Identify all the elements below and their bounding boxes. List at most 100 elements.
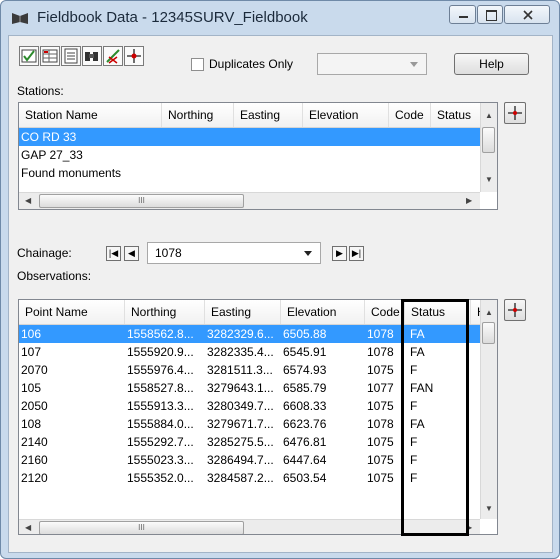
easting-cell: 3285275.5... xyxy=(207,435,274,449)
first-chainage-button[interactable]: |◀ xyxy=(106,246,121,261)
stations-header: Station Name Northing Easting Elevation … xyxy=(19,103,497,128)
window-title: Fieldbook Data - 12345SURV_Fieldbook xyxy=(37,9,308,26)
elevation-cell: 6623.76 xyxy=(283,417,327,431)
table-button[interactable] xyxy=(40,46,60,66)
scroll-down-icon[interactable]: ▼ xyxy=(485,504,493,513)
col-point-name[interactable]: Point Name xyxy=(19,300,125,324)
northing-cell: 1555352.0... xyxy=(127,471,194,485)
list-button[interactable] xyxy=(61,46,81,66)
stations-label: Stations: xyxy=(17,84,64,98)
col-northing[interactable]: Northing xyxy=(125,300,205,324)
check-table-icon xyxy=(21,49,37,63)
maximize-button[interactable] xyxy=(477,5,503,24)
elevation-cell: 6545.91 xyxy=(283,345,327,359)
observations-label: Observations: xyxy=(17,269,92,283)
elevation-cell: 6574.93 xyxy=(283,363,327,377)
station-name-cell: Found monuments xyxy=(21,166,122,180)
northing-cell: 1558562.8... xyxy=(127,327,194,341)
add-station-button[interactable] xyxy=(504,102,526,124)
easting-cell: 3282329.6... xyxy=(207,327,274,341)
point-name-cell: 2070 xyxy=(21,363,48,377)
chainage-combo[interactable]: 1078 xyxy=(147,242,321,264)
back-icon: ◀ xyxy=(128,248,135,258)
fieldbook-app-icon xyxy=(12,13,28,24)
point-name-cell: 106 xyxy=(21,327,42,341)
help-button[interactable]: Help xyxy=(454,53,529,75)
col-code[interactable]: Code xyxy=(389,103,431,127)
station-row[interactable]: CO RD 33 xyxy=(19,128,497,146)
point-name-cell: 108 xyxy=(21,417,42,431)
scroll-thumb[interactable] xyxy=(482,322,495,344)
col-station-name[interactable]: Station Name xyxy=(19,103,162,127)
close-button[interactable] xyxy=(504,5,550,24)
table-icon xyxy=(42,49,58,63)
forward-icon: ▶ xyxy=(336,248,343,258)
col-code[interactable]: Code xyxy=(365,300,405,324)
scroll-up-icon[interactable]: ▲ xyxy=(485,111,493,120)
col-easting[interactable]: Easting xyxy=(234,103,303,127)
elevation-cell: 6447.64 xyxy=(283,453,327,467)
last-chainage-button[interactable]: ▶| xyxy=(349,246,364,261)
col-northing[interactable]: Northing xyxy=(162,103,234,127)
skip-back-icon: |◀ xyxy=(108,248,119,258)
stations-horizontal-scrollbar[interactable]: ◀ III ▶ xyxy=(19,192,480,209)
edit-icon xyxy=(106,49,120,64)
list-icon xyxy=(64,48,78,64)
northing-cell: 1555884.0... xyxy=(127,417,194,431)
skip-forward-icon: ▶| xyxy=(351,248,362,258)
find-button[interactable] xyxy=(82,46,102,66)
point-name-cell: 2050 xyxy=(21,399,48,413)
observations-vertical-scrollbar[interactable]: ▲ ▼ xyxy=(480,300,497,519)
scroll-left-icon[interactable]: ◀ xyxy=(25,523,31,532)
northing-cell: 1555920.9... xyxy=(127,345,194,359)
fieldbook-window: Fieldbook Data - 12345SURV_Fieldbook Dup… xyxy=(0,0,560,559)
station-name-cell: GAP 27_33 xyxy=(21,148,83,162)
previous-chainage-button[interactable]: ◀ xyxy=(124,246,139,261)
elevation-cell: 6476.81 xyxy=(283,435,327,449)
check-table-button[interactable] xyxy=(19,46,39,66)
duplicates-only-label: Duplicates Only xyxy=(209,57,294,71)
col-easting[interactable]: Easting xyxy=(205,300,281,324)
point-name-cell: 2140 xyxy=(21,435,48,449)
easting-cell: 3282335.4... xyxy=(207,345,274,359)
chainage-label: Chainage: xyxy=(17,246,72,260)
point-icon xyxy=(127,49,141,63)
northing-cell: 1555913.3... xyxy=(127,399,194,413)
scroll-thumb[interactable] xyxy=(482,127,495,153)
scroll-right-icon[interactable]: ▶ xyxy=(466,196,472,205)
col-status[interactable]: Status xyxy=(431,103,483,127)
point-button[interactable] xyxy=(124,46,144,66)
northing-cell: 1558527.8... xyxy=(127,381,194,395)
station-row[interactable]: Found monuments xyxy=(19,164,497,182)
scroll-thumb[interactable]: III xyxy=(39,194,244,208)
stations-vertical-scrollbar[interactable]: ▲ ▼ xyxy=(480,103,497,192)
minimize-icon xyxy=(459,16,468,18)
col-elevation[interactable]: Elevation xyxy=(281,300,365,324)
easting-cell: 3280349.7... xyxy=(207,399,274,413)
scroll-left-icon[interactable]: ◀ xyxy=(25,196,31,205)
northing-cell: 1555023.3... xyxy=(127,453,194,467)
maximize-icon xyxy=(486,10,497,21)
col-elevation[interactable]: Elevation xyxy=(303,103,389,127)
elevation-cell: 6608.33 xyxy=(283,399,327,413)
easting-cell: 3281511.3... xyxy=(207,363,273,377)
scroll-thumb[interactable]: III xyxy=(39,521,244,534)
easting-cell: 3286494.7... xyxy=(207,453,274,467)
duplicates-combo[interactable] xyxy=(317,53,427,75)
status-column-highlight xyxy=(401,299,469,536)
title-bar[interactable]: Fieldbook Data - 12345SURV_Fieldbook xyxy=(1,1,559,35)
minimize-button[interactable] xyxy=(449,5,476,24)
scroll-down-icon[interactable]: ▼ xyxy=(485,175,493,184)
edit-button[interactable] xyxy=(103,46,123,66)
station-name-cell: CO RD 33 xyxy=(21,130,77,144)
chevron-down-icon xyxy=(410,62,418,67)
easting-cell: 3284587.2... xyxy=(207,471,274,485)
add-observation-button[interactable] xyxy=(504,299,526,321)
northing-cell: 1555292.7... xyxy=(127,435,194,449)
duplicates-only-checkbox[interactable] xyxy=(191,58,204,71)
station-row[interactable]: GAP 27_33 xyxy=(19,146,497,164)
chevron-down-icon xyxy=(304,251,312,256)
next-chainage-button[interactable]: ▶ xyxy=(332,246,347,261)
scroll-up-icon[interactable]: ▲ xyxy=(485,308,493,317)
point-name-cell: 2120 xyxy=(21,471,48,485)
